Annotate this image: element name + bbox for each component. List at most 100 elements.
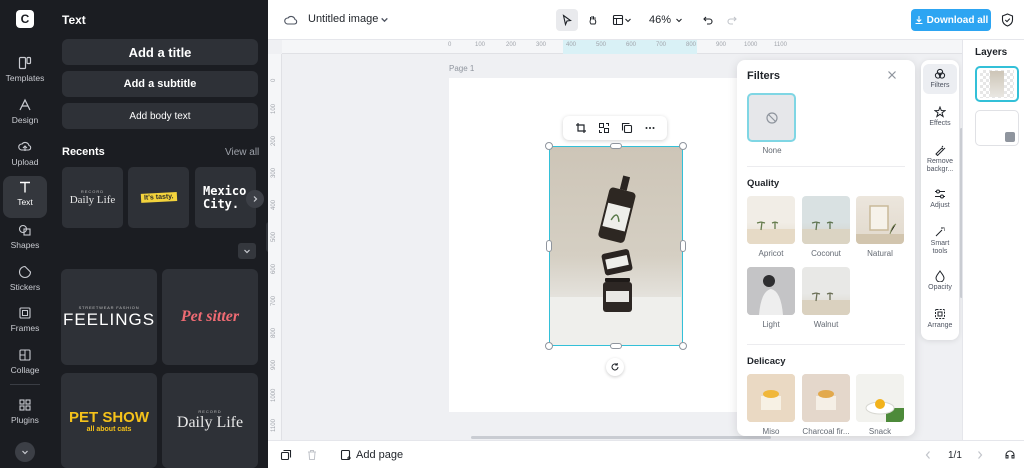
- rail-item-plugins[interactable]: Plugins: [3, 394, 47, 432]
- ruler-tick-label: 800: [686, 42, 697, 48]
- filter-apricot[interactable]: [747, 196, 795, 244]
- resize-handle-top[interactable]: [610, 143, 622, 149]
- crop-icon[interactable]: [575, 122, 587, 134]
- rail-item-collage[interactable]: Collage: [3, 344, 47, 382]
- recent-text-template[interactable]: RECORD Daily Life: [62, 167, 123, 228]
- resize-handle-bottom-left[interactable]: [545, 342, 553, 350]
- rail-item-templates[interactable]: Templates: [3, 52, 47, 90]
- resize-handle-bottom-right[interactable]: [679, 342, 687, 350]
- filter-section-title: Delicacy: [747, 356, 786, 367]
- tool-smart-tools[interactable]: Smart tools: [923, 226, 957, 256]
- resize-handle-bottom[interactable]: [610, 343, 622, 349]
- filter-snack[interactable]: [856, 374, 904, 422]
- ruler-tick-label: 200: [271, 135, 277, 146]
- tool-arrange[interactable]: Arrange: [923, 308, 957, 330]
- view-all-link[interactable]: View all: [225, 147, 259, 158]
- layer-item-page[interactable]: [975, 110, 1019, 146]
- recent-text-template[interactable]: It's tasty.: [128, 167, 189, 228]
- tool-effects[interactable]: Effects: [923, 106, 957, 128]
- ruler-tick-label: 600: [271, 263, 277, 274]
- filters-title: Filters: [747, 70, 781, 82]
- hand-icon: [587, 14, 599, 26]
- cursor-icon: [561, 14, 573, 26]
- collage-icon: [18, 348, 32, 362]
- resize-handle-top-right[interactable]: [679, 142, 687, 150]
- rail-item-upload[interactable]: Upload: [3, 136, 47, 174]
- tool-opacity[interactable]: Opacity: [923, 270, 957, 292]
- recents-next-button[interactable]: [246, 190, 264, 208]
- resize-handle-left[interactable]: [546, 240, 552, 252]
- rail-item-design[interactable]: Design: [3, 94, 47, 132]
- tool-filters[interactable]: Filters: [923, 64, 957, 94]
- add-page-button[interactable]: Add page: [340, 449, 403, 461]
- rail-item-shapes[interactable]: Shapes: [3, 219, 47, 257]
- trash-icon[interactable]: [306, 449, 318, 461]
- opacity-icon: [934, 270, 946, 282]
- recents-heading: Recents: [62, 146, 105, 158]
- app-logo[interactable]: C: [16, 10, 34, 28]
- close-icon[interactable]: [887, 70, 897, 80]
- rail-label: Plugins: [11, 415, 39, 425]
- filter-label: Coconut: [811, 249, 841, 258]
- shield-check-icon[interactable]: [1001, 13, 1014, 27]
- filter-charcoal-fir[interactable]: [802, 374, 850, 422]
- chevron-left-icon[interactable]: [924, 450, 932, 460]
- text-template-card[interactable]: PET SHOW all about cats: [61, 373, 157, 468]
- layer-item-image[interactable]: [975, 66, 1019, 102]
- rail-label: Design: [11, 115, 39, 125]
- rail-item-stickers[interactable]: Stickers: [3, 261, 47, 299]
- image-tools-column: Filters Effects Remove backgr... Adjust …: [921, 60, 959, 340]
- selected-image[interactable]: [549, 146, 683, 346]
- page-counter: 1/1: [948, 450, 962, 461]
- chevron-right-icon[interactable]: [976, 450, 984, 460]
- resize-handle-top-left[interactable]: [545, 142, 553, 150]
- tool-remove-background[interactable]: Remove backgr...: [923, 144, 957, 174]
- rail-label: Collage: [10, 365, 40, 375]
- replace-icon[interactable]: [598, 122, 610, 134]
- horizontal-scrollbar[interactable]: [471, 436, 771, 439]
- remove-background-icon: [934, 144, 946, 156]
- filter-light[interactable]: [747, 267, 795, 315]
- text-template-card[interactable]: STREETWEAR FASHION FEELINGS: [61, 269, 157, 365]
- upload-icon: [18, 140, 32, 154]
- plugins-icon: [18, 398, 32, 412]
- add-subtitle-button[interactable]: Add a subtitle: [62, 71, 258, 97]
- layout-menu-button[interactable]: [608, 9, 636, 31]
- more-options-icon[interactable]: [644, 122, 656, 134]
- help-icon[interactable]: [1004, 449, 1016, 461]
- select-tool-button[interactable]: [556, 9, 578, 31]
- add-title-button[interactable]: Add a title: [62, 39, 258, 65]
- rail-label: Upload: [11, 157, 39, 167]
- rail-item-text[interactable]: Text: [3, 176, 47, 218]
- filter-coconut[interactable]: [802, 196, 850, 244]
- duplicate-icon[interactable]: [621, 122, 633, 134]
- filter-none[interactable]: [747, 93, 796, 142]
- chevron-right-icon: [251, 195, 259, 203]
- portrait-thumbnail: [747, 267, 795, 315]
- account-menu-button[interactable]: [15, 442, 35, 462]
- tool-label: Adjust: [930, 202, 950, 209]
- tool-label: Effects: [929, 120, 951, 127]
- tool-adjust[interactable]: Adjust: [923, 188, 957, 210]
- ruler-tick-label: 500: [596, 42, 607, 48]
- layers-toggle-icon[interactable]: [280, 449, 292, 461]
- filter-natural[interactable]: [856, 196, 904, 244]
- zoom-dropdown[interactable]: 46%: [644, 9, 688, 31]
- add-body-text-button[interactable]: Add body text: [62, 103, 258, 129]
- filter-miso[interactable]: [747, 374, 795, 422]
- undo-button[interactable]: [698, 9, 718, 31]
- chevron-down-icon[interactable]: [380, 15, 389, 24]
- text-template-card[interactable]: Pet sitter: [162, 269, 258, 365]
- rail-item-frames[interactable]: Frames: [3, 302, 47, 340]
- resize-handle-right[interactable]: [680, 240, 686, 252]
- hand-tool-button[interactable]: [582, 9, 604, 31]
- redo-button[interactable]: [722, 9, 742, 31]
- add-page-icon: [340, 449, 352, 461]
- expand-recents-button[interactable]: [238, 243, 256, 259]
- document-name[interactable]: Untitled image: [308, 13, 378, 25]
- text-template-card[interactable]: RECORD Daily Life: [162, 373, 258, 468]
- panel-title: Text: [62, 13, 86, 27]
- filter-walnut[interactable]: [802, 267, 850, 315]
- rotate-handle[interactable]: [606, 358, 624, 376]
- download-all-button[interactable]: Download all: [911, 9, 991, 31]
